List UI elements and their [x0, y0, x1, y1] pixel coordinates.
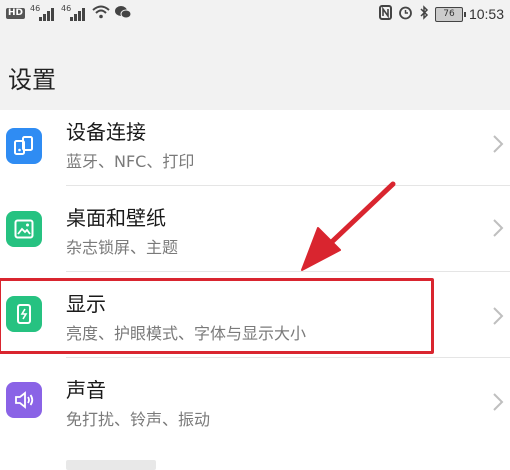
nfc-icon: [378, 4, 392, 24]
clock: 10:53: [468, 6, 504, 22]
chevron-right-icon: [493, 307, 504, 325]
item-subtitle: 免打扰、铃声、振动: [66, 410, 211, 429]
settings-header: 设置: [0, 30, 510, 110]
bluetooth-icon: [419, 4, 429, 24]
settings-item-device-connection[interactable]: 设备连接 蓝牙、NFC、打印: [0, 110, 510, 196]
hd-badge: HD: [6, 8, 26, 19]
battery-icon: 76: [434, 6, 466, 22]
sound-icon: [6, 382, 42, 418]
cut-off-item-title: [66, 460, 156, 470]
settings-item-sound[interactable]: 声音 免打扰、铃声、振动: [0, 358, 510, 444]
chevron-right-icon: [493, 393, 504, 411]
item-subtitle: 杂志锁屏、主题: [66, 238, 179, 257]
status-right: 76 10:53: [378, 4, 504, 24]
chevron-right-icon: [493, 219, 504, 237]
item-title: 桌面和壁纸: [66, 206, 166, 230]
highlight-box: [0, 278, 434, 354]
signal-icon-1: 46: [30, 5, 56, 23]
status-left: HD 46 46: [6, 4, 132, 23]
settings-item-wallpaper[interactable]: 桌面和壁纸 杂志锁屏、主题: [0, 186, 510, 272]
item-subtitle: 蓝牙、NFC、打印: [66, 152, 195, 171]
item-title: 声音: [66, 378, 106, 402]
item-title: 设备连接: [66, 120, 146, 144]
status-bar: HD 46 46 76 10:53: [0, 0, 510, 30]
settings-item-partial[interactable]: [0, 446, 510, 470]
page-title: 设置: [8, 66, 56, 94]
alarm-icon: [398, 5, 413, 24]
device-connection-icon: [6, 128, 42, 164]
wechat-icon: [115, 4, 132, 23]
wallpaper-icon: [6, 211, 42, 247]
signal-icon-2: 46: [61, 5, 87, 23]
wifi-icon: [92, 4, 110, 23]
chevron-right-icon: [493, 135, 504, 153]
